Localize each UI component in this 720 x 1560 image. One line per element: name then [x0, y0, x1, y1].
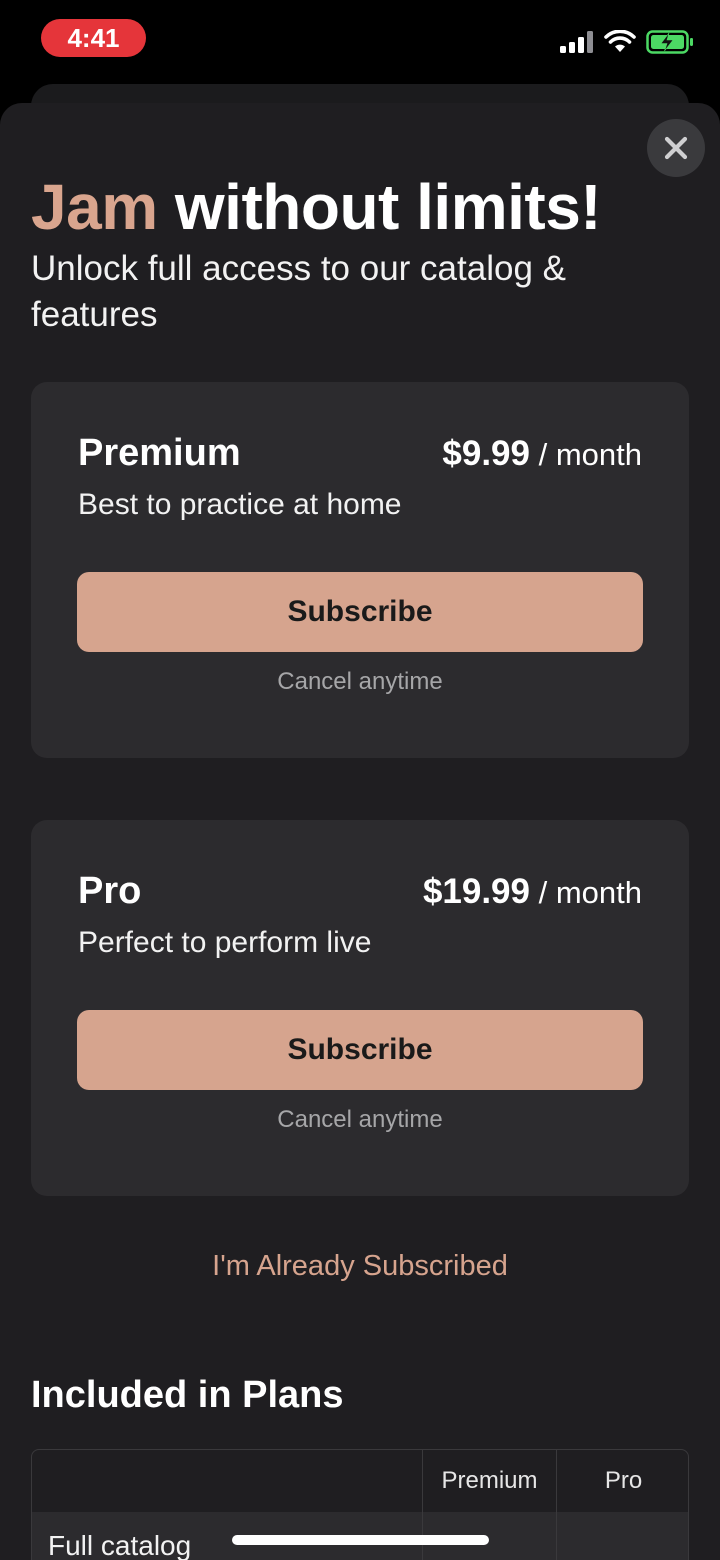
- cancel-anytime-note: Cancel anytime: [277, 1106, 443, 1133]
- included-section-title: Included in Plans: [31, 1374, 344, 1416]
- table-cell-pro: [556, 1512, 688, 1560]
- close-icon: [664, 136, 688, 160]
- home-indicator[interactable]: [232, 1535, 489, 1545]
- status-bar: 4:41: [0, 0, 720, 84]
- status-time: 4:41: [41, 19, 146, 57]
- battery-charging-icon: [646, 29, 694, 59]
- app-screen: 4:41 Jam without limits! Unlock full acc…: [0, 0, 720, 1560]
- table-header-feature: [32, 1450, 422, 1512]
- plan-name: Premium: [78, 432, 241, 474]
- plan-card-premium: Premium $9.99 / month Best to practice a…: [31, 382, 689, 758]
- plan-price: $9.99 / month: [442, 434, 642, 474]
- cancel-anytime-note: Cancel anytime: [277, 668, 443, 695]
- plan-description: Perfect to perform live: [78, 926, 372, 959]
- plan-name: Pro: [78, 870, 142, 912]
- title-rest: without limits!: [157, 171, 602, 243]
- price-period: / month: [530, 875, 642, 910]
- plan-card-pro: Pro $19.99 / month Perfect to perform li…: [31, 820, 689, 1196]
- price-period: / month: [530, 437, 642, 472]
- subscribe-premium-button[interactable]: Subscribe: [77, 572, 643, 652]
- plan-price: $19.99 / month: [423, 872, 642, 912]
- close-button[interactable]: [647, 119, 705, 177]
- table-header-pro: Pro: [556, 1450, 688, 1512]
- status-icons: [560, 28, 694, 60]
- subscribe-pro-button[interactable]: Subscribe: [77, 1010, 643, 1090]
- table-header-row: Premium Pro: [32, 1450, 688, 1512]
- already-subscribed-link[interactable]: I'm Already Subscribed: [0, 1250, 720, 1283]
- title-accent: Jam: [31, 171, 158, 243]
- price-amount: $19.99: [422, 872, 530, 911]
- cellular-signal-icon: [560, 30, 594, 58]
- table-header-premium: Premium: [422, 1450, 556, 1512]
- page-title: Jam without limits!: [31, 170, 602, 244]
- price-amount: $9.99: [442, 434, 530, 473]
- page-subtitle: Unlock full access to our catalog & feat…: [31, 249, 566, 334]
- wifi-icon: [604, 29, 636, 59]
- plan-description: Best to practice at home: [78, 488, 402, 521]
